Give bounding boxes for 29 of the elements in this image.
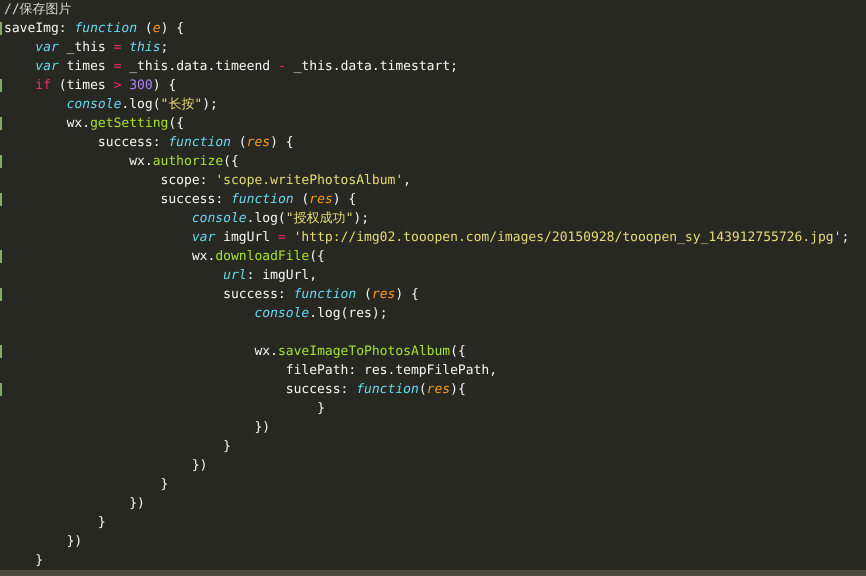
code-line: }) [66,533,82,550]
code-line: }) [129,495,145,512]
code-line: wx.saveImageToPhotosAlbum({ [254,343,466,360]
code-line: url: imgUrl, [223,267,318,284]
code-line: } [160,476,168,493]
code-line: }) [192,457,208,474]
code-line: success: function (res) { [223,286,419,303]
code-line: } [223,438,231,455]
code-line: console.log(res); [254,305,388,322]
code-line: }) [254,419,270,436]
code-line: console.log("长按"); [66,96,218,113]
code-line: success: function(res){ [286,381,466,398]
code-line: var times = _this.data.timeend - _this.data.timestart; [35,58,458,75]
code-line: wx.getSetting({ [66,115,184,132]
code-line: //保存图片 [4,1,72,18]
code-line: if (times > 300) { [35,77,176,94]
code-line: var _this = this; [35,39,168,56]
code-line: wx.downloadFile({ [192,248,325,265]
code-line: scope: 'scope.writePhotosAlbum', [160,172,411,189]
code-line: var imgUrl = 'http://img02.tooopen.com/images/20150928/tooopen_sy_143912755726.jpg'; [192,229,850,246]
code-line: success: function (res) { [98,134,294,151]
code-line: console.log("授权成功"); [192,210,370,227]
code-line: saveImg: function (e) { [4,20,184,37]
code-line: } [35,552,44,569]
code-line: wx.authorize({ [129,153,239,170]
code-line: success: function (res) { [160,191,356,208]
code-line: filePath: res.tempFilePath, [286,362,498,379]
code-line: } [98,514,106,531]
code-line: } [317,400,325,417]
